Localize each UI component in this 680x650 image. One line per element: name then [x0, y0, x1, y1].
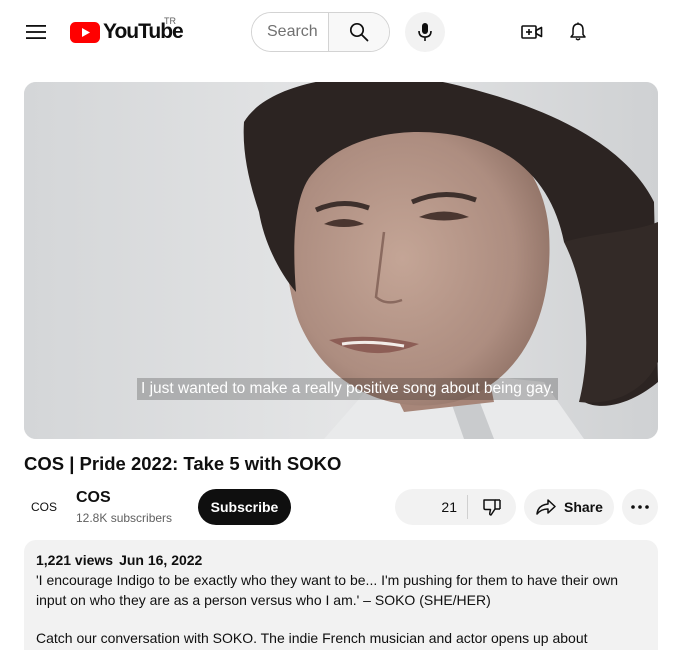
share-button[interactable]: Share	[524, 489, 614, 525]
search-icon	[349, 22, 369, 42]
youtube-play-logo-icon	[70, 21, 100, 43]
top-bar: YouTube TR	[0, 0, 680, 64]
video-title: COS | Pride 2022: Take 5 with SOKO	[24, 453, 342, 474]
description-text: Catch our conversation with SOKO. The in…	[36, 630, 588, 646]
description-box[interactable]: 1,221 views Jun 16, 2022 'I encourage Ind…	[24, 540, 658, 650]
like-dislike-group: 21	[395, 489, 516, 525]
more-horizontal-icon	[631, 505, 649, 509]
notifications-button[interactable]	[558, 12, 598, 52]
create-button[interactable]	[512, 12, 552, 52]
search-button[interactable]	[328, 13, 389, 51]
video-player[interactable]: I just wanted to make a really positive …	[24, 82, 658, 439]
channel-name[interactable]: COS	[76, 489, 111, 507]
bell-icon	[570, 22, 586, 41]
thumbs-down-icon	[483, 499, 501, 516]
search-box	[251, 12, 390, 52]
voice-search-button[interactable]	[405, 12, 445, 52]
like-count: 21	[441, 499, 457, 515]
subscriber-count: 12.8K subscribers	[76, 511, 173, 525]
view-count: 1,221 views	[36, 552, 114, 568]
description-meta: 1,221 views Jun 16, 2022	[36, 552, 646, 568]
country-code: TR	[164, 16, 176, 26]
video-add-icon	[521, 25, 543, 39]
share-icon	[536, 499, 556, 515]
dislike-button[interactable]	[468, 489, 516, 525]
description-quote: 'I encourage Indigo to be exactly who th…	[36, 572, 619, 608]
like-button[interactable]: 21	[395, 489, 467, 525]
upload-date: Jun 16, 2022	[119, 552, 203, 568]
menu-icon[interactable]	[18, 14, 54, 50]
subscribe-button[interactable]: Subscribe	[198, 489, 291, 525]
channel-avatar[interactable]: COS	[24, 490, 64, 524]
microphone-icon	[418, 23, 432, 41]
share-label: Share	[564, 499, 603, 515]
video-caption: I just wanted to make a really positive …	[137, 378, 559, 400]
search-input[interactable]	[252, 13, 328, 51]
more-actions-button[interactable]	[622, 489, 658, 525]
